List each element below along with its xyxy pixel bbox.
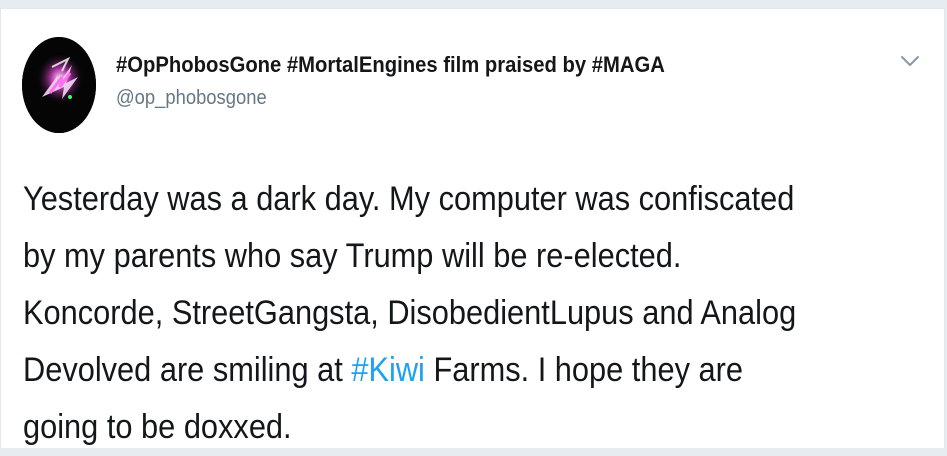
tweet-line: Koncorde, StreetGangsta, DisobedientLupu… <box>23 294 797 332</box>
tweet-text: Yesterday was a dark day. My computer wa… <box>23 171 928 456</box>
tweet-card: #OpPhobosGone #MortalEngines film praise… <box>0 8 945 448</box>
tweet-line: by my parents who say Trump will be re-e… <box>23 237 682 275</box>
username[interactable]: @op_phobosgone <box>116 85 823 111</box>
tweet-line: Devolved are smiling at #Kiwi Farms. I h… <box>23 342 928 399</box>
hashtag-link-kiwi[interactable]: #Kiwi <box>351 351 425 389</box>
tweet-text-segment: Farms. I hope they are <box>424 351 743 389</box>
avatar-emblem-icon <box>22 37 96 133</box>
avatar[interactable] <box>22 37 96 133</box>
tweet-line: Yesterday was a dark day. My computer wa… <box>23 180 795 218</box>
chevron-down-icon[interactable] <box>898 51 922 71</box>
tweet-line: going to be doxxed. <box>23 408 292 446</box>
tweet-header: #OpPhobosGone #MortalEngines film praise… <box>116 51 884 111</box>
display-name[interactable]: #OpPhobosGone #MortalEngines film praise… <box>116 51 823 79</box>
tweet-text-segment: Devolved are smiling at <box>23 351 352 389</box>
